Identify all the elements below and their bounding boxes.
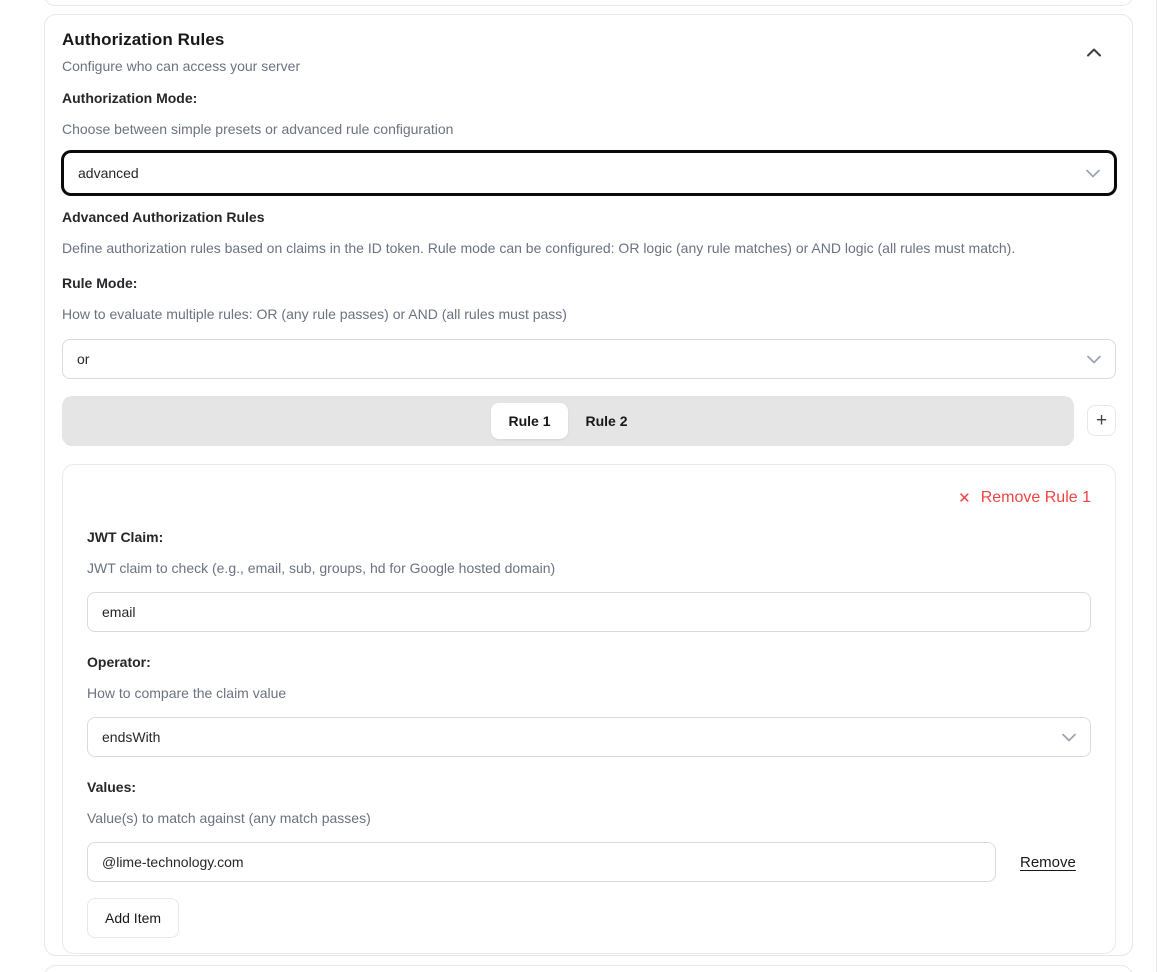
add-rule-button[interactable]: + <box>1087 405 1116 436</box>
chevron-down-icon <box>1062 729 1076 745</box>
jwt-claim-description: JWT claim to check (e.g., email, sub, gr… <box>87 559 1091 577</box>
panel-divider <box>1156 0 1157 972</box>
page-subtitle: Configure who can access your server <box>62 58 300 74</box>
chevron-down-icon <box>1086 165 1100 181</box>
remove-rule-row: ✕ Remove Rule 1 <box>87 489 1091 507</box>
operator-label: Operator: <box>87 654 1091 670</box>
chevron-down-icon <box>1087 351 1101 367</box>
remove-value-link[interactable]: Remove <box>1020 854 1076 871</box>
authorization-mode-select[interactable]: advanced <box>62 151 1116 195</box>
page-title: Authorization Rules <box>62 30 300 50</box>
authorization-mode-description: Choose between simple presets or advance… <box>62 120 1116 138</box>
rule-1-panel: ✕ Remove Rule 1 JWT Claim: JWT claim to … <box>62 464 1116 954</box>
values-label: Values: <box>87 779 1091 795</box>
value-text: @lime-technology.com <box>102 854 244 870</box>
card-header-text: Authorization Rules Configure who can ac… <box>62 30 300 74</box>
card-header: Authorization Rules Configure who can ac… <box>62 30 1116 74</box>
rule-mode-select[interactable]: or <box>62 339 1116 379</box>
value-item-row: @lime-technology.com Remove <box>87 842 1091 882</box>
tab-rule-1[interactable]: Rule 1 <box>491 403 568 439</box>
authorization-mode-label: Authorization Mode: <box>62 90 1116 106</box>
plus-icon: + <box>1096 411 1107 430</box>
operator-description: How to compare the claim value <box>87 684 1091 702</box>
rule-mode-value: or <box>77 351 89 367</box>
remove-rule-button[interactable]: ✕ Remove Rule 1 <box>958 489 1091 507</box>
jwt-claim-label: JWT Claim: <box>87 529 1091 545</box>
values-description: Value(s) to match against (any match pas… <box>87 809 1091 827</box>
jwt-claim-value: email <box>102 604 135 620</box>
rule-mode-label: Rule Mode: <box>62 275 1116 291</box>
tab-rule-2[interactable]: Rule 2 <box>568 403 645 439</box>
authorization-mode-value: advanced <box>78 165 139 181</box>
jwt-claim-input[interactable]: email <box>87 592 1091 632</box>
rule-tabs-row: Rule 1 Rule 2 + <box>62 396 1116 446</box>
card-above-partial <box>44 0 1133 6</box>
advanced-rules-label: Advanced Authorization Rules <box>62 209 1116 225</box>
chevron-up-icon <box>1087 45 1101 60</box>
x-icon: ✕ <box>958 489 971 507</box>
authorization-rules-card: Authorization Rules Configure who can ac… <box>44 14 1133 956</box>
advanced-rules-description: Define authorization rules based on clai… <box>62 239 1116 257</box>
operator-value: endsWith <box>102 729 160 745</box>
operator-select[interactable]: endsWith <box>87 717 1091 757</box>
rule-mode-description: How to evaluate multiple rules: OR (any … <box>62 305 1116 323</box>
value-input[interactable]: @lime-technology.com <box>87 842 996 882</box>
collapse-section-button[interactable] <box>1080 38 1108 66</box>
rule-tab-bar: Rule 1 Rule 2 <box>62 396 1074 446</box>
card-below-partial <box>44 965 1133 972</box>
remove-rule-label: Remove Rule 1 <box>981 489 1091 507</box>
add-item-button[interactable]: Add Item <box>87 898 179 938</box>
